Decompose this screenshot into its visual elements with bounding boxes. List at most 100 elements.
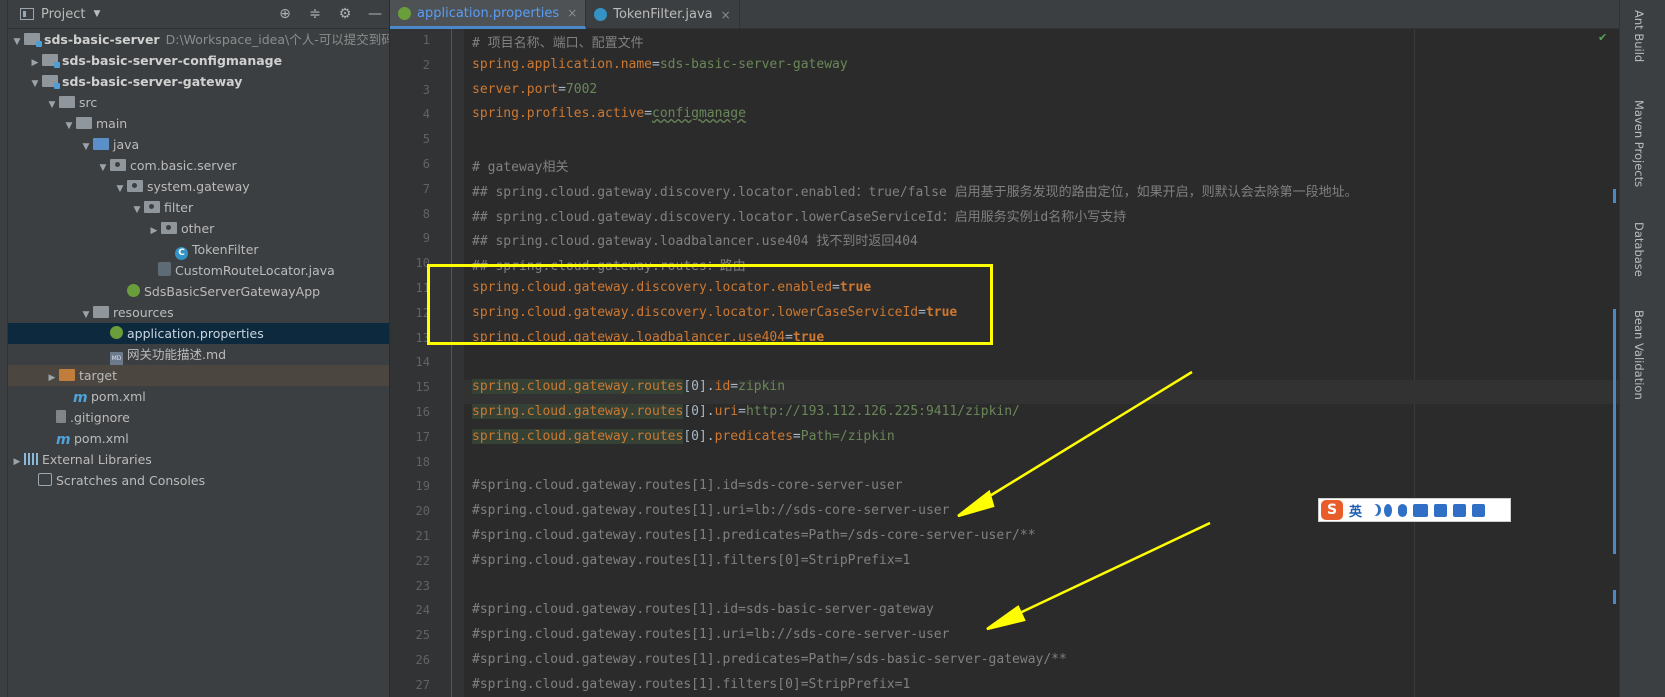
- microphone-icon[interactable]: [1398, 503, 1408, 517]
- property-index: [0].: [683, 379, 715, 395]
- scroll-thumb[interactable]: [1613, 309, 1616, 554]
- tree-item[interactable]: ▼ system.gateway: [8, 176, 389, 197]
- line-number: 12: [415, 305, 430, 320]
- property-equals: =: [644, 106, 653, 122]
- property-subkey: uri: [714, 404, 739, 419]
- property-equals: =: [730, 379, 739, 395]
- code-line: #spring.cloud.gateway.routes[1].uri=lb:/…: [472, 503, 949, 518]
- ime-toolbar[interactable]: S 英: [1318, 498, 1511, 522]
- dropdown-arrow-icon[interactable]: ▼: [93, 9, 100, 19]
- tree-item[interactable]: ▶ target: [8, 365, 389, 386]
- tree-item[interactable]: ▼ resources: [8, 302, 389, 323]
- tree-item[interactable]: ▼ sds-basic-server-gateway: [8, 71, 389, 92]
- code-line: spring.cloud.gateway.routes[0].id=zipkin: [472, 379, 786, 395]
- module-icon: [42, 75, 60, 89]
- tree-item[interactable]: ▼ sds-basic-server D:\Workspace_idea\个人-可以…: [8, 29, 389, 50]
- property-key: spring.cloud.gateway.discovery.locator.e…: [472, 280, 833, 295]
- bean-validation-tool[interactable]: Bean Validation: [1632, 310, 1646, 400]
- project-panel-header[interactable]: Project ▼ ⊕ ≑ ⚙ —: [8, 0, 389, 29]
- property-index: [0].: [683, 428, 715, 444]
- code-line: # 项目名称、端口、配置文件: [472, 32, 644, 51]
- property-subkey: id: [714, 379, 731, 395]
- line-number: 24: [415, 603, 430, 618]
- user-icon[interactable]: [1434, 503, 1448, 517]
- gear-icon[interactable]: ⚙: [337, 6, 353, 22]
- code-editor[interactable]: # 项目名称、端口、配置文件 spring.application.name=sd…: [390, 29, 1619, 697]
- ant-build-tool[interactable]: Ant Build: [1632, 10, 1646, 62]
- code-line: spring.cloud.gateway.routes[0].uri=http:…: [472, 404, 1020, 419]
- module-icon: [42, 54, 60, 68]
- line-number: 23: [415, 578, 430, 593]
- tree-item[interactable]: MD 网关功能描述.md: [8, 344, 389, 366]
- code-comment: #spring.cloud.gateway.routes[1].filters[…: [472, 676, 911, 692]
- moon-icon[interactable]: [1368, 504, 1378, 516]
- scroll-marker: [1613, 590, 1616, 604]
- keyboard-icon[interactable]: [1413, 503, 1429, 517]
- property-value: configmanage: [652, 106, 746, 122]
- line-number: 6: [422, 157, 430, 171]
- tree-item[interactable]: ▼ main: [8, 113, 389, 134]
- sogou-logo-icon[interactable]: S: [1321, 500, 1343, 520]
- tree-item[interactable]: ▼ java: [8, 134, 389, 155]
- code-line: spring.profiles.active=configmanage: [472, 106, 746, 121]
- tree-item[interactable]: C TokenFilter: [8, 239, 389, 260]
- property-value: true: [839, 280, 872, 295]
- tree-item-selected[interactable]: application.properties: [8, 323, 389, 344]
- properties-file-icon: [398, 6, 411, 20]
- code-comment: ## spring.cloud.gateway.discovery.locato…: [472, 184, 1358, 200]
- tree-item[interactable]: SdsBasicServerGatewayApp: [8, 281, 389, 302]
- tree-item[interactable]: ▼ filter: [8, 197, 389, 218]
- code-line: spring.cloud.gateway.routes[0].predicate…: [472, 428, 895, 444]
- property-equals: =: [785, 329, 793, 345]
- database-tool[interactable]: Database: [1632, 222, 1646, 277]
- code-line: #spring.cloud.gateway.routes[1].filters[…: [472, 553, 910, 568]
- code-line: ## spring.cloud.gateway.routes：路由: [472, 255, 746, 274]
- hide-panel-icon[interactable]: —: [367, 6, 383, 22]
- package-icon: [110, 159, 126, 171]
- punctuation-icon[interactable]: [1384, 503, 1393, 517]
- library-icon: [24, 453, 38, 465]
- close-icon[interactable]: ×: [567, 6, 577, 20]
- code-comment: #spring.cloud.gateway.routes[1].uri=lb:/…: [472, 503, 950, 519]
- tree-item[interactable]: ▼ src: [8, 92, 389, 113]
- code-comment: #spring.cloud.gateway.routes[1].uri=lb:/…: [472, 627, 950, 643]
- tree-item[interactable]: ▶ sds-basic-server-configmanage: [8, 50, 389, 71]
- property-value: zipkin: [738, 379, 786, 395]
- ime-language-toggle[interactable]: 英: [1349, 501, 1362, 520]
- maven-projects-tool[interactable]: Maven Projects: [1632, 100, 1646, 187]
- grid-menu-icon[interactable]: [1472, 503, 1486, 517]
- tree-item[interactable]: m pom.xml: [8, 386, 389, 407]
- property-subkey: predicates: [714, 428, 793, 444]
- line-number: 13: [415, 330, 430, 345]
- package-icon: [161, 222, 177, 234]
- line-number: 14: [415, 355, 430, 370]
- excluded-folder-icon: [59, 369, 75, 381]
- code-line: spring.application.name=sds-basic-server…: [472, 57, 848, 72]
- tab-tokenfilter-java[interactable]: TokenFilter.java ×: [586, 0, 740, 29]
- property-key: spring.application.name: [472, 56, 653, 72]
- property-value: http://193.112.126.225:9411/zipkin/: [745, 404, 1020, 419]
- tree-item[interactable]: Scratches and Consoles: [8, 470, 389, 491]
- line-number: 26: [415, 653, 430, 667]
- code-line: spring.cloud.gateway.discovery.locator.l…: [472, 305, 957, 320]
- skin-shirt-icon[interactable]: [1453, 503, 1467, 517]
- tab-application-properties[interactable]: application.properties ×: [390, 0, 587, 29]
- tree-item[interactable]: ▼ com.basic.server: [8, 155, 389, 176]
- locate-icon[interactable]: ⊕: [277, 6, 293, 22]
- code-line: spring.cloud.gateway.discovery.locator.e…: [472, 280, 871, 295]
- property-index: [0].: [683, 404, 715, 419]
- line-number: 19: [415, 479, 430, 494]
- tree-item[interactable]: m pom.xml: [8, 428, 389, 449]
- line-number: 25: [415, 628, 430, 643]
- folder-icon: [76, 117, 92, 129]
- collapse-all-icon[interactable]: ≑: [307, 6, 323, 22]
- tree-item[interactable]: CustomRouteLocator.java: [8, 260, 389, 281]
- property-key: spring.cloud.gateway.routes: [472, 428, 684, 444]
- tree-item[interactable]: ▶ other: [8, 218, 389, 239]
- close-icon[interactable]: ×: [721, 8, 731, 22]
- tree-item[interactable]: ▶ External Libraries: [8, 449, 389, 470]
- class-icon: C: [175, 247, 188, 260]
- property-value: true: [925, 304, 958, 320]
- property-key: spring.cloud.gateway.discovery.locator.l…: [472, 304, 919, 320]
- tree-item[interactable]: .gitignore: [8, 407, 389, 428]
